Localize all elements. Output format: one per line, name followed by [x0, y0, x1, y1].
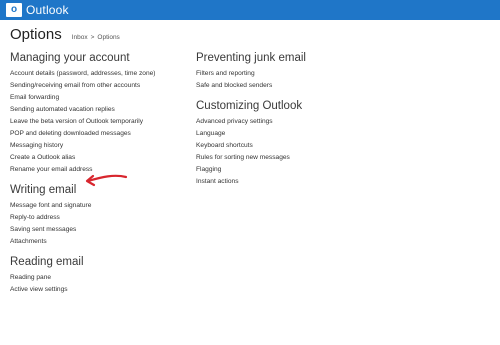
option-link-flagging[interactable]: Flagging [196, 164, 416, 176]
option-link-email-forwarding[interactable]: Email forwarding [10, 92, 195, 104]
section-heading: Preventing junk email [196, 52, 306, 64]
option-link-sending-receiving-email-from-other-accounts[interactable]: Sending/receiving email from other accou… [10, 80, 195, 92]
option-link-keyboard-shortcuts[interactable]: Keyboard shortcuts [196, 140, 416, 152]
option-link-reply-to-address[interactable]: Reply-to address [10, 212, 195, 224]
breadcrumb-inbox-link[interactable]: Inbox [72, 34, 88, 41]
option-link-create-a-outlook-alias[interactable]: Create a Outlook alias [10, 152, 195, 164]
option-link-sending-automated-vacation-replies[interactable]: Sending automated vacation replies [10, 104, 195, 116]
option-link-reading-pane[interactable]: Reading pane [10, 272, 195, 284]
breadcrumb: Inbox > Options [72, 34, 120, 41]
option-link-pop-and-deleting-downloaded-messages[interactable]: POP and deleting downloaded messages [10, 128, 195, 140]
page-header: Options Inbox > Options [10, 26, 120, 43]
option-link-instant-actions[interactable]: Instant actions [196, 176, 416, 188]
breadcrumb-separator: > [90, 34, 95, 41]
option-link-account-details-password-addresses-time-zone[interactable]: Account details (password, addresses, ti… [10, 68, 195, 80]
page-title: Options [10, 26, 62, 43]
option-link-advanced-privacy-settings[interactable]: Advanced privacy settings [196, 116, 416, 128]
section-managing-your-account: Managing your account Account details (pa… [10, 52, 195, 176]
right-options-column: Preventing junk email Filters and reporti… [196, 52, 416, 196]
top-bar: o Outlook [0, 0, 500, 20]
section-heading: Reading email [10, 256, 84, 268]
option-link-active-view-settings[interactable]: Active view settings [10, 284, 195, 296]
option-link-attachments[interactable]: Attachments [10, 236, 195, 248]
option-link-language[interactable]: Language [196, 128, 416, 140]
option-link-safe-and-blocked-senders[interactable]: Safe and blocked senders [196, 80, 416, 92]
section-reading-email: Reading email Reading pane Active view set… [10, 256, 195, 296]
outlook-logo-icon: o [6, 3, 22, 17]
section-heading: Customizing Outlook [196, 100, 303, 112]
option-link-message-font-and-signature[interactable]: Message font and signature [10, 200, 195, 212]
section-writing-email: Writing email Message font and signature R… [10, 184, 195, 248]
brand-name: Outlook [26, 3, 69, 17]
option-link-saving-sent-messages[interactable]: Saving sent messages [10, 224, 195, 236]
option-link-messaging-history[interactable]: Messaging history [10, 140, 195, 152]
option-link-rules-for-sorting-new-messages[interactable]: Rules for sorting new messages [196, 152, 416, 164]
option-link-leave-the-beta-version-of-outlook-temporarily[interactable]: Leave the beta version of Outlook tempor… [10, 116, 195, 128]
outlook-brand[interactable]: o Outlook [6, 2, 69, 18]
breadcrumb-current: Options [97, 34, 120, 41]
annotation-arrow-icon [85, 174, 128, 187]
section-customizing-outlook: Customizing Outlook Advanced privacy sett… [196, 100, 416, 188]
section-heading: Managing your account [10, 52, 130, 64]
option-link-filters-and-reporting[interactable]: Filters and reporting [196, 68, 416, 80]
section-preventing-junk-email: Preventing junk email Filters and reporti… [196, 52, 416, 92]
